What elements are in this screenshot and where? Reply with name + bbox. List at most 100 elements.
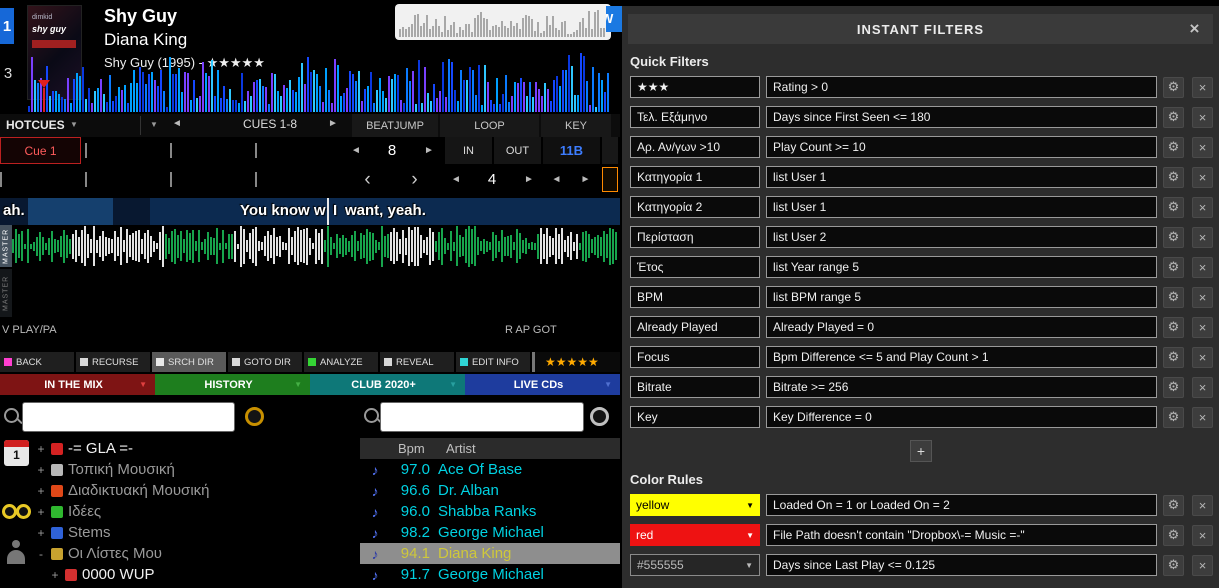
add-filter-button[interactable]: +: [910, 440, 932, 462]
expander-icon[interactable]: +: [36, 484, 46, 498]
search-options-button[interactable]: [245, 407, 264, 426]
color-rule-delete-button[interactable]: ×: [1192, 495, 1213, 516]
track-search-input[interactable]: [380, 402, 584, 432]
expander-icon[interactable]: +: [36, 442, 46, 456]
loop-in-button[interactable]: IN: [445, 137, 492, 164]
filter-rule-input[interactable]: [766, 226, 1157, 248]
edit-info-button[interactable]: EDIT INFO: [456, 352, 530, 372]
expander-icon[interactable]: +: [50, 568, 60, 582]
tab-club-2020[interactable]: CLUB 2020+▼: [310, 374, 465, 395]
filter-name-input[interactable]: [630, 166, 760, 188]
filter-delete-button[interactable]: ×: [1192, 257, 1213, 278]
filter-rule-input[interactable]: [766, 256, 1157, 278]
filter-settings-button[interactable]: ⚙: [1163, 167, 1184, 188]
filter-name-input[interactable]: [630, 346, 760, 368]
loop-smaller-button[interactable]: ◄: [445, 166, 467, 193]
filter-rule-input[interactable]: [766, 376, 1157, 398]
hotcues-dropdown[interactable]: HOTCUES: [6, 118, 65, 132]
cue-1-button[interactable]: Cue 1: [0, 137, 81, 164]
color-select[interactable]: red▼: [630, 524, 760, 546]
cue-slot[interactable]: [255, 166, 336, 193]
calendar-icon[interactable]: 1: [4, 440, 29, 466]
recurse-button[interactable]: RECURSE: [76, 352, 150, 372]
filter-settings-button[interactable]: ⚙: [1163, 347, 1184, 368]
artist-column-header[interactable]: Artist: [442, 441, 476, 456]
filter-settings-button[interactable]: ⚙: [1163, 137, 1184, 158]
folder-search-input[interactable]: [22, 402, 235, 432]
sidebar-item-ideas[interactable]: +Ιδέες: [34, 501, 356, 522]
filter-settings-button[interactable]: ⚙: [1163, 317, 1184, 338]
reveal-button[interactable]: REVEAL: [380, 352, 454, 372]
close-icon[interactable]: ×: [1185, 19, 1205, 39]
filter-delete-button[interactable]: ×: [1192, 227, 1213, 248]
key-value-button[interactable]: 11B: [543, 137, 600, 164]
expander-icon[interactable]: -: [36, 547, 46, 561]
filter-rule-input[interactable]: [766, 316, 1157, 338]
cue-slot[interactable]: [255, 137, 336, 164]
expander-icon[interactable]: +: [36, 463, 46, 477]
chevron-down-icon[interactable]: ▼: [604, 380, 612, 389]
filter-settings-button[interactable]: ⚙: [1163, 227, 1184, 248]
deck-waveform-bars[interactable]: [28, 50, 612, 112]
filter-delete-button[interactable]: ×: [1192, 107, 1213, 128]
track-row[interactable]: ♪96.0Shabba Ranks: [360, 501, 620, 522]
cues-prev-button[interactable]: ◄: [172, 118, 182, 129]
color-rule-input[interactable]: [766, 554, 1157, 576]
cue-slot[interactable]: [170, 166, 251, 193]
sidebar-item-0000-wup[interactable]: +0000 WUP: [34, 564, 356, 585]
chevron-down-icon[interactable]: ▼: [449, 380, 457, 389]
partial-button[interactable]: [602, 137, 618, 164]
filter-name-input[interactable]: [630, 316, 760, 338]
track-row-selected[interactable]: ♪94.1Diana King: [360, 543, 620, 564]
filter-delete-button[interactable]: ×: [1192, 317, 1213, 338]
chevron-down-icon[interactable]: ▼: [294, 380, 302, 389]
overview-waveform-bars[interactable]: [395, 4, 611, 40]
color-rule-input[interactable]: [766, 494, 1157, 516]
track-row[interactable]: ♪91.7George Michael: [360, 564, 620, 585]
filter-name-input[interactable]: [630, 286, 760, 308]
filter-delete-button[interactable]: ×: [1192, 197, 1213, 218]
track-row[interactable]: ♪96.6Dr. Alban: [360, 480, 620, 501]
chevron-down-icon[interactable]: ▼: [150, 120, 158, 129]
beatjump-double-button[interactable]: ›: [392, 166, 437, 193]
cue-slot[interactable]: [85, 137, 166, 164]
back-button[interactable]: BACK: [0, 352, 74, 372]
color-rule-delete-button[interactable]: ×: [1192, 525, 1213, 546]
filter-settings-button[interactable]: ⚙: [1163, 107, 1184, 128]
filter-rule-input[interactable]: [766, 286, 1157, 308]
track-row[interactable]: ♪98.2George Michael: [360, 522, 620, 543]
filter-delete-button[interactable]: ×: [1192, 137, 1213, 158]
chevron-down-icon[interactable]: ▼: [70, 120, 78, 129]
goto-dir-button[interactable]: GOTO DIR: [228, 352, 302, 372]
filter-delete-button[interactable]: ×: [1192, 77, 1213, 98]
partial-button[interactable]: W: [606, 6, 622, 32]
cues-next-button[interactable]: ►: [328, 118, 338, 129]
beatjump-back-button[interactable]: ◄: [345, 137, 367, 164]
cue-slot[interactable]: [170, 137, 251, 164]
sidebar-item-local-music[interactable]: +Τοπική Μουσική: [34, 459, 356, 480]
color-select[interactable]: yellow▼: [630, 494, 760, 516]
beatjump-forward-button[interactable]: ►: [418, 137, 440, 164]
expander-icon[interactable]: +: [36, 526, 46, 540]
tracklist-header[interactable]: Bpm Artist: [360, 438, 620, 459]
filter-settings-button[interactable]: ⚙: [1163, 287, 1184, 308]
sidebar-item-online-music[interactable]: +Διαδικτυακή Μουσική: [34, 480, 356, 501]
color-rule-settings-button[interactable]: ⚙: [1163, 495, 1184, 516]
search-dir-button[interactable]: SRCH DIR: [152, 352, 226, 372]
filter-settings-button[interactable]: ⚙: [1163, 197, 1184, 218]
filter-rule-input[interactable]: [766, 346, 1157, 368]
color-select[interactable]: #555555▼: [630, 554, 760, 576]
key-reset-button[interactable]: [602, 167, 618, 192]
analyze-button[interactable]: ANALYZE: [304, 352, 378, 372]
master-waveform-bars[interactable]: [12, 224, 620, 268]
filter-delete-button[interactable]: ×: [1192, 347, 1213, 368]
tab-history[interactable]: HISTORY▼: [155, 374, 310, 395]
expander-icon[interactable]: +: [36, 505, 46, 519]
tab-key[interactable]: KEY: [541, 114, 611, 137]
tab-in-the-mix[interactable]: IN THE MIX▼: [0, 374, 155, 395]
filter-name-input[interactable]: [630, 76, 760, 98]
filter-delete-button[interactable]: ×: [1192, 167, 1213, 188]
rating-stars-button[interactable]: ★★★★★: [532, 352, 620, 372]
color-rule-input[interactable]: [766, 524, 1157, 546]
filter-settings-button[interactable]: ⚙: [1163, 257, 1184, 278]
